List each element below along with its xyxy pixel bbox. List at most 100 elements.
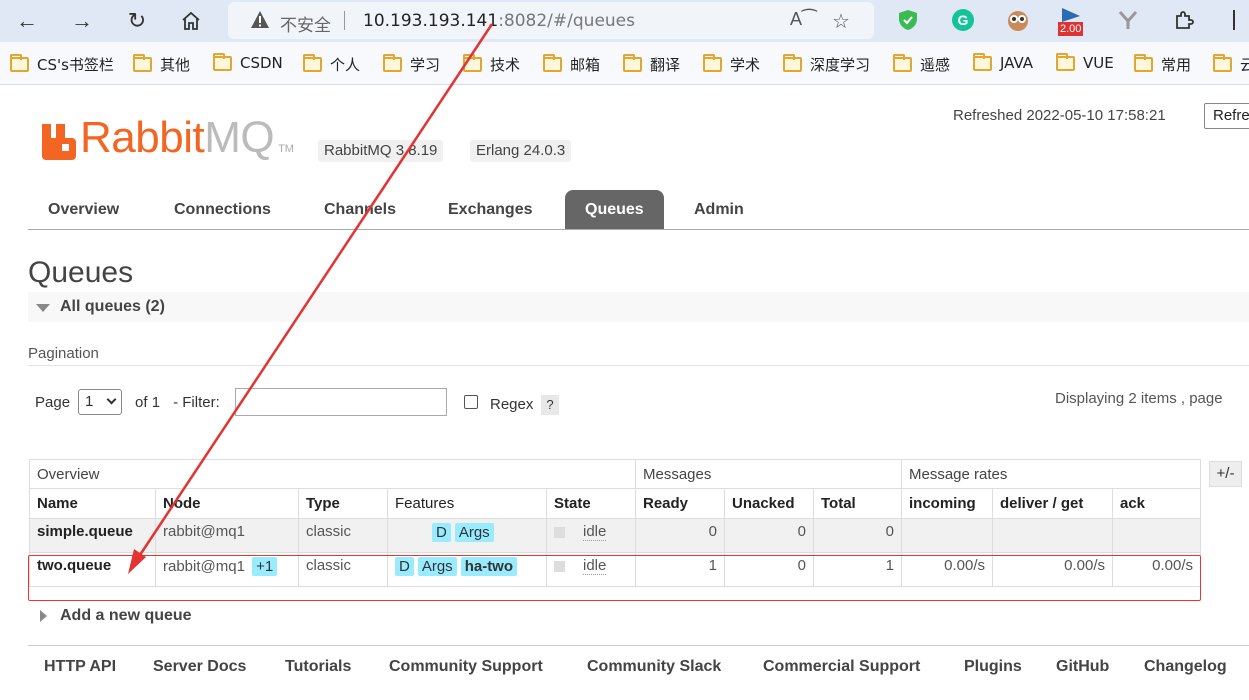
bookmark-folder[interactable]: CS's书签栏 bbox=[10, 54, 114, 75]
footer-link-changelog[interactable]: Changelog bbox=[1144, 658, 1227, 676]
footer-link-server-docs[interactable]: Server Docs bbox=[153, 658, 246, 676]
add-queue-toggle[interactable]: Add a new queue bbox=[40, 607, 192, 625]
home-icon[interactable] bbox=[176, 6, 206, 36]
bookmark-folder[interactable]: 技术 bbox=[463, 54, 520, 75]
col-type[interactable]: Type bbox=[298, 488, 388, 519]
bookmark-folder[interactable]: 个人 bbox=[303, 54, 360, 75]
extensions-puzzle-icon[interactable] bbox=[1172, 8, 1196, 32]
col-unacked[interactable]: Unacked bbox=[724, 488, 814, 519]
column-options-button[interactable]: +/- bbox=[1209, 461, 1242, 487]
queue-name-link[interactable]: two.queue bbox=[29, 552, 156, 587]
shield-extension-icon[interactable] bbox=[896, 8, 920, 32]
pagination-label: Pagination bbox=[28, 345, 99, 362]
tab-connections[interactable]: Connections bbox=[154, 190, 291, 229]
group-message-rates: Message rates bbox=[901, 459, 1201, 489]
col-ready[interactable]: Ready bbox=[635, 488, 725, 519]
queue-state: idle bbox=[546, 552, 636, 587]
footer-divider bbox=[28, 645, 1249, 646]
footer-link-community-support[interactable]: Community Support bbox=[389, 658, 543, 676]
bookmark-folder[interactable]: 学术 bbox=[703, 54, 760, 75]
policy-badge[interactable]: ha-two bbox=[460, 557, 518, 576]
tab-exchanges[interactable]: Exchanges bbox=[428, 190, 552, 229]
address-bar[interactable]: 不安全 10.193.193.141:8082/#/queues A⁀ ☆ bbox=[228, 2, 874, 39]
reload-icon[interactable]: ↻ bbox=[122, 6, 152, 36]
table-row[interactable]: two.queue rabbit@mq1 +1 classic D Args ha-… bbox=[29, 552, 1201, 587]
rabbitmq-version: RabbitMQ 3.8.19 bbox=[318, 140, 444, 162]
add-favorite-icon[interactable]: ☆ bbox=[832, 9, 850, 34]
footer-link-plugins[interactable]: Plugins bbox=[964, 658, 1022, 676]
grammarly-icon[interactable]: G bbox=[951, 8, 975, 32]
forward-arrow-icon[interactable]: → bbox=[67, 6, 97, 36]
regex-label: Regex bbox=[490, 396, 534, 413]
speed-badge: 2.00 bbox=[1058, 22, 1084, 36]
col-features: Features bbox=[387, 488, 547, 519]
rate-deliver: 0.00/s bbox=[992, 552, 1113, 587]
folder-icon bbox=[1134, 54, 1153, 72]
browser-toolbar: ← → ↻ 不安全 10.193.193.141:8082/#/queues A… bbox=[0, 0, 1249, 42]
bookmark-folder[interactable]: 其他 bbox=[133, 54, 190, 75]
tab-admin[interactable]: Admin bbox=[674, 190, 764, 229]
bookmark-folder[interactable]: 邮箱 bbox=[543, 54, 600, 75]
footer-link-http-api[interactable]: HTTP API bbox=[44, 658, 116, 676]
regex-checkbox[interactable] bbox=[464, 395, 478, 409]
page-select[interactable]: 1 bbox=[78, 389, 123, 415]
bookmark-folder[interactable]: CSDN bbox=[213, 52, 283, 72]
rabbitmq-logo[interactable]: RabbitMQ TM bbox=[42, 116, 294, 160]
bookmark-folder[interactable]: 翻译 bbox=[623, 54, 680, 75]
rate-ack: 0.00/s bbox=[1112, 552, 1201, 587]
state-idle-icon bbox=[554, 560, 565, 572]
bookmark-folder[interactable]: 学习 bbox=[383, 54, 440, 75]
col-ack[interactable]: ack bbox=[1112, 488, 1201, 519]
bookmark-folder[interactable]: 遥感 bbox=[893, 54, 950, 75]
expand-triangle-icon bbox=[40, 610, 47, 622]
table-row[interactable]: simple.queue rabbit@mq1 classic D Args id… bbox=[29, 518, 1201, 553]
col-state[interactable]: State bbox=[546, 488, 636, 519]
read-aloud-icon[interactable]: A⁀ bbox=[790, 9, 816, 30]
folder-icon bbox=[10, 54, 29, 72]
trademark: TM bbox=[278, 143, 294, 155]
col-name[interactable]: Name bbox=[29, 488, 156, 519]
msg-total: 1 bbox=[813, 552, 902, 587]
rate-incoming: 0.00/s bbox=[901, 552, 993, 587]
col-total[interactable]: Total bbox=[813, 488, 902, 519]
queues-table: Overview Messages Message rates Name Nod… bbox=[29, 459, 1201, 587]
col-incoming[interactable]: incoming bbox=[901, 488, 993, 519]
rabbit-logo-icon bbox=[42, 124, 76, 160]
queue-name-link[interactable]: simple.queue bbox=[29, 518, 156, 553]
tab-channels[interactable]: Channels bbox=[304, 190, 416, 229]
footer-link-commercial-support[interactable]: Commercial Support bbox=[763, 658, 920, 676]
group-overview: Overview bbox=[29, 459, 636, 489]
col-node[interactable]: Node bbox=[155, 488, 299, 519]
back-arrow-icon[interactable]: ← bbox=[12, 6, 42, 36]
footer-link-github[interactable]: GitHub bbox=[1056, 658, 1109, 676]
tab-queues[interactable]: Queues bbox=[565, 190, 664, 229]
bookmark-folder[interactable]: 深度学习 bbox=[783, 54, 870, 75]
feature-args-badge[interactable]: Args bbox=[417, 557, 457, 576]
msg-unacked: 0 bbox=[724, 518, 814, 553]
feature-args-badge[interactable]: Args bbox=[454, 523, 494, 542]
footer-link-tutorials[interactable]: Tutorials bbox=[285, 658, 351, 676]
folder-icon bbox=[463, 54, 482, 72]
bookmark-folder[interactable]: 云 bbox=[1213, 54, 1249, 75]
regex-help-button[interactable]: ? bbox=[541, 395, 559, 415]
bookmark-folder[interactable]: JAVA bbox=[973, 52, 1033, 72]
displaying-info: Displaying 2 items , page bbox=[1055, 390, 1223, 407]
tab-overview[interactable]: Overview bbox=[28, 190, 139, 229]
speed-extension-icon[interactable]: 2.00 bbox=[1058, 6, 1088, 36]
address-separator bbox=[344, 11, 345, 30]
filter-input[interactable] bbox=[235, 388, 447, 416]
url-path: :8082/#/queues bbox=[498, 11, 635, 31]
queue-type: classic bbox=[298, 552, 388, 587]
bookmark-folder[interactable]: VUE bbox=[1056, 52, 1114, 72]
all-queues-toggle[interactable]: All queues (2) bbox=[28, 292, 1249, 322]
bookmark-folder[interactable]: 常用 bbox=[1134, 54, 1191, 75]
logo-mq-text: MQ bbox=[204, 113, 275, 162]
footer-link-community-slack[interactable]: Community Slack bbox=[587, 658, 721, 676]
msg-total: 0 bbox=[813, 518, 902, 553]
refresh-interval-select[interactable]: Refre bbox=[1204, 103, 1249, 129]
svg-text:G: G bbox=[958, 12, 969, 28]
col-deliver-get[interactable]: deliver / get bbox=[992, 488, 1113, 519]
folder-icon bbox=[783, 54, 802, 72]
y-extension-icon[interactable] bbox=[1116, 8, 1140, 32]
owl-extension-icon[interactable] bbox=[1006, 8, 1030, 32]
